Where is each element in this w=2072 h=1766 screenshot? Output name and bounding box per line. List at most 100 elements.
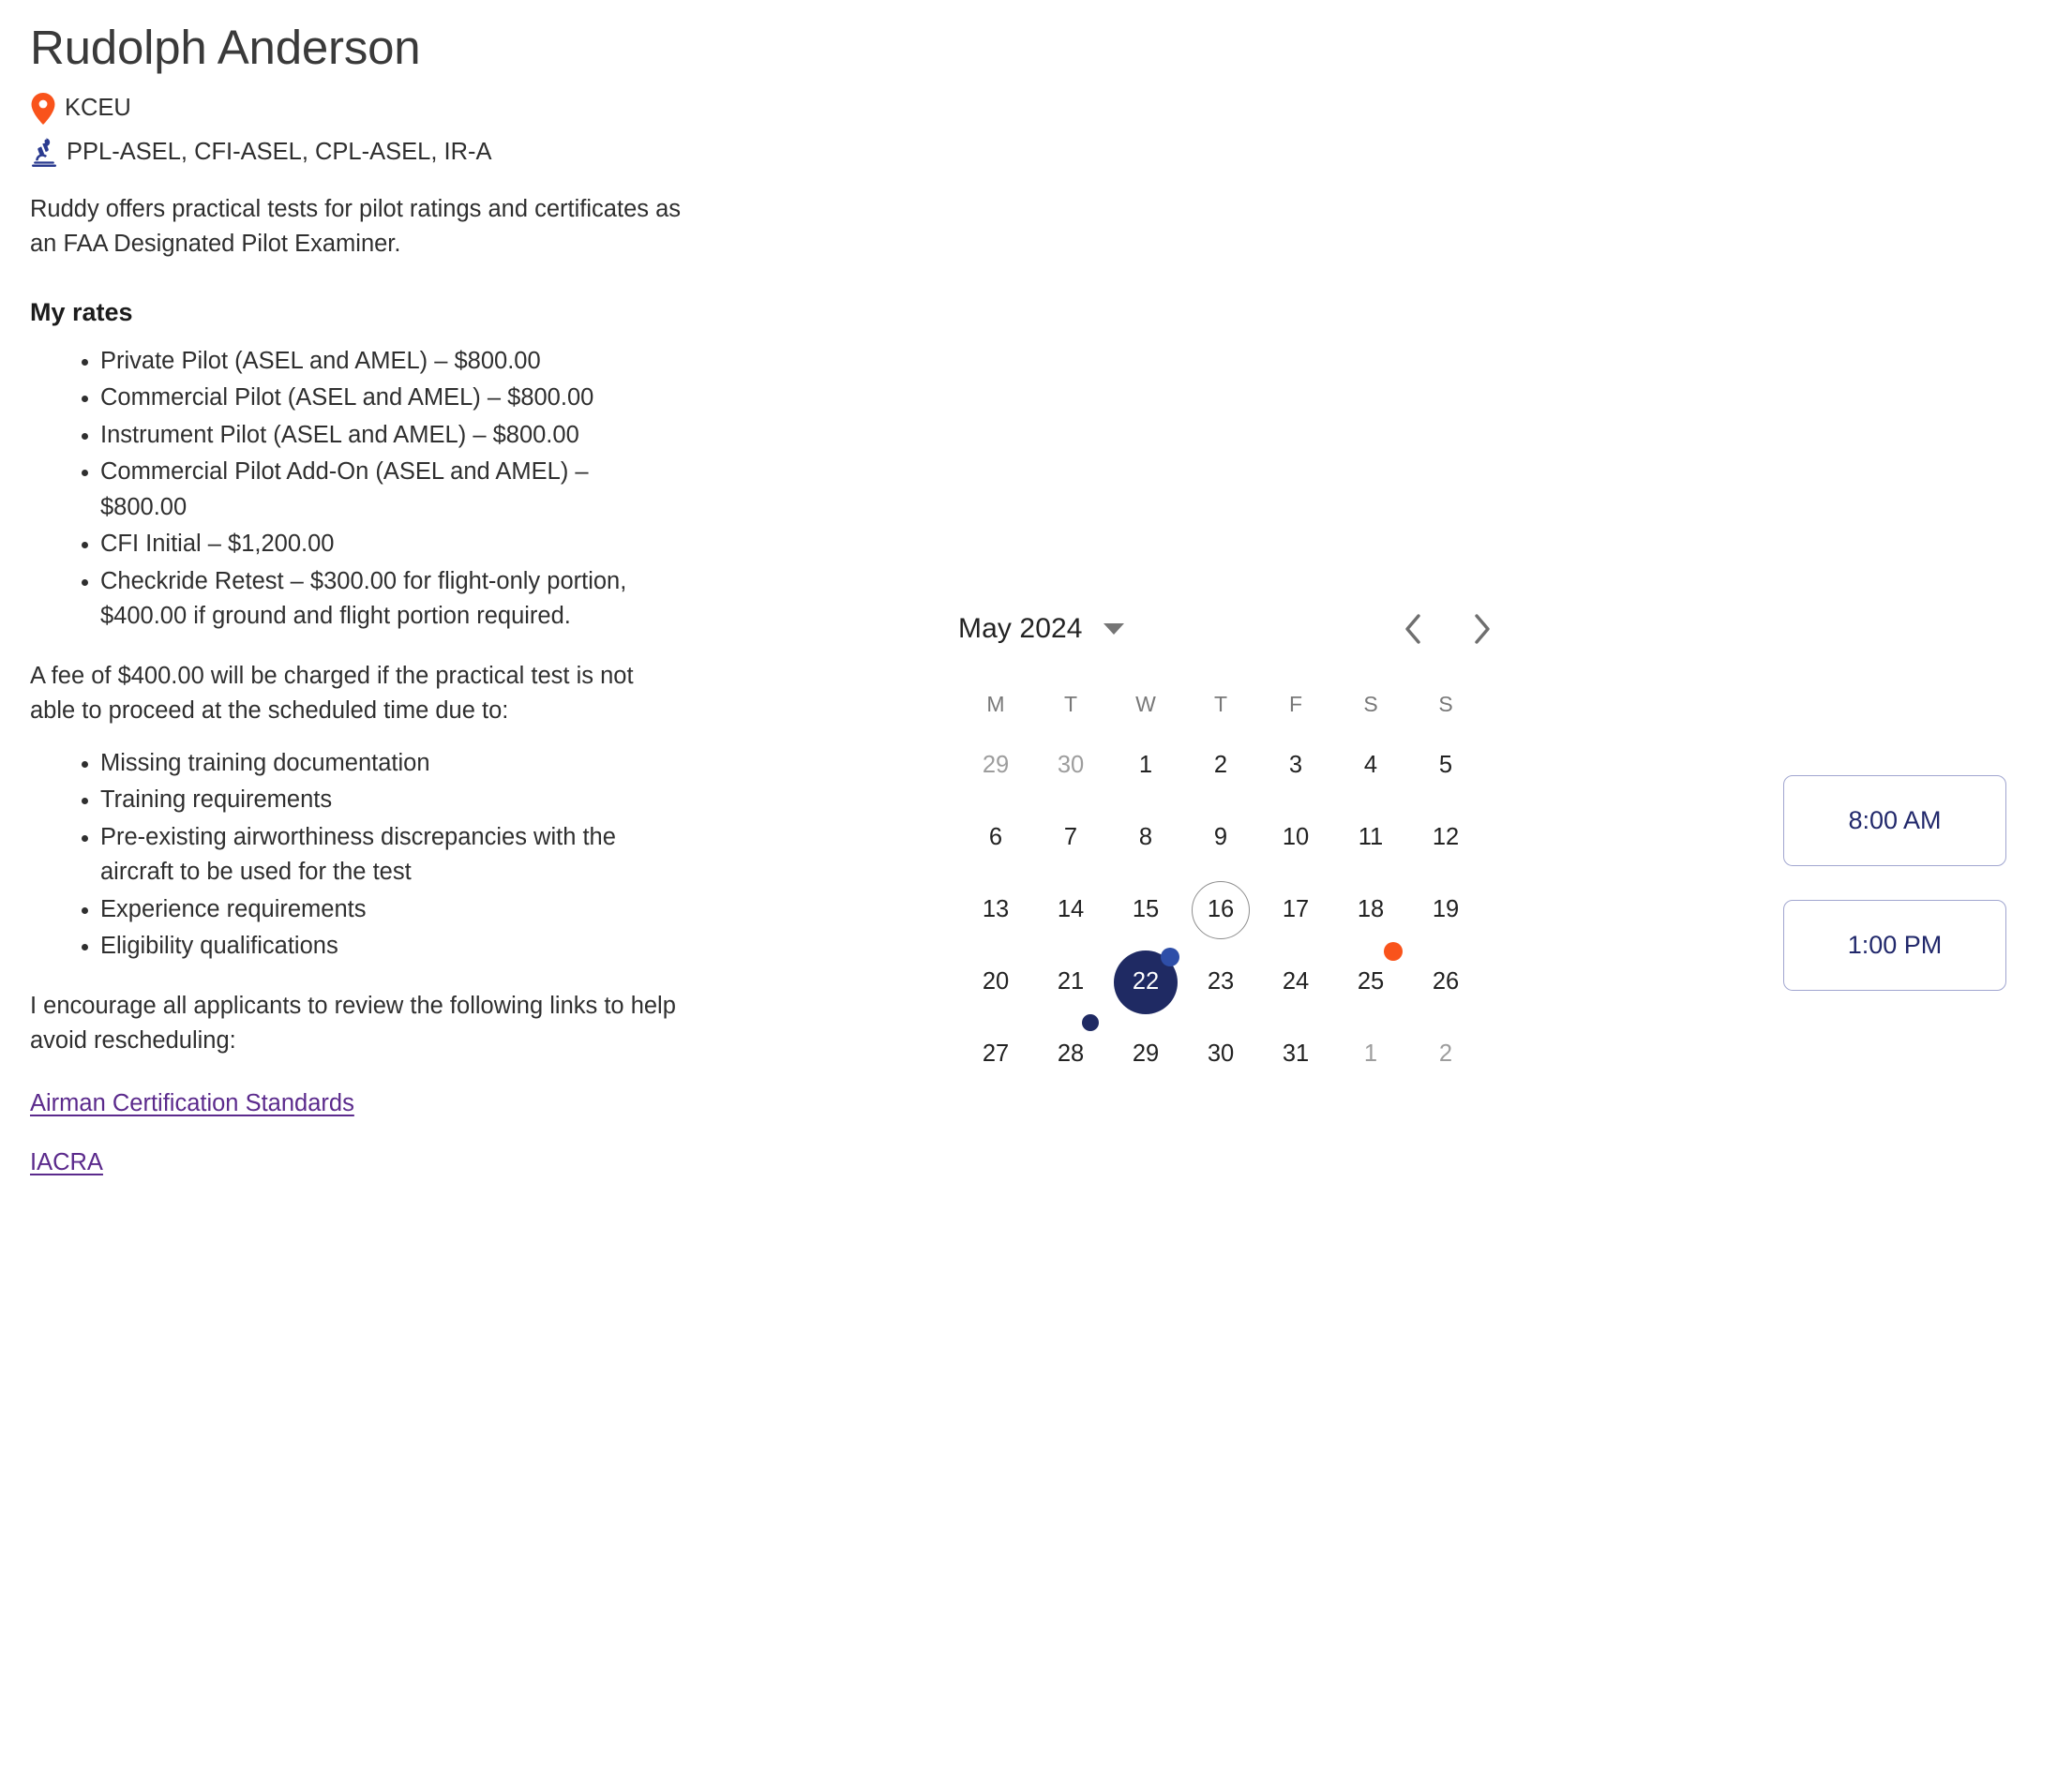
time-slot-button[interactable]: 8:00 AM (1783, 775, 2006, 866)
calendar-day-cell: 26 (1408, 946, 1483, 1018)
list-item: Training requirements (100, 783, 672, 817)
calendar-day-13[interactable]: 13 (967, 881, 1025, 939)
calendar-day-cell: 2 (1183, 729, 1258, 801)
calendar-day-9[interactable]: 9 (1192, 809, 1250, 867)
calendar-day-cell: 21 (1033, 946, 1108, 1018)
list-item: Pre-existing airworthiness discrepancies… (100, 820, 672, 890)
calendar-day-cell: 9 (1183, 801, 1258, 874)
calendar-day-cell: 31 (1258, 1018, 1333, 1090)
booking-calendar: May 2024 M T W T F S S 29 30 1 2 3 4 5 6 7 8 9 10 11 12 13 14 1… (958, 600, 1502, 1090)
calendar-day-cell: 11 (1333, 801, 1408, 874)
calendar-day-20[interactable]: 20 (967, 953, 1025, 1011)
calendar-day-1[interactable]: 1 (1117, 737, 1175, 795)
calendar-day-cell: 1 (1333, 1018, 1408, 1090)
calendar-day-cell: 29 (1108, 1018, 1183, 1090)
calendar-day-cell: 30 (1033, 729, 1108, 801)
day-of-week-header: S (1363, 691, 1378, 716)
calendar-day-29[interactable]: 29 (1117, 1025, 1175, 1084)
calendar-day-cell: 2 (1408, 1018, 1483, 1090)
day-of-week-header: F (1288, 691, 1303, 716)
calendar-day-cell: 14 (1033, 874, 1108, 946)
iacra-link-row: IACRA (30, 1149, 686, 1176)
page-title: Rudolph Anderson (30, 21, 421, 74)
calendar-day-28[interactable]: 28 (1042, 1025, 1100, 1084)
list-item: Commercial Pilot (ASEL and AMEL) – $800.… (100, 381, 672, 415)
calendar-day-4[interactable]: 4 (1342, 737, 1400, 795)
calendar-day-cell: 12 (1408, 801, 1483, 874)
rates-heading: My rates (30, 297, 133, 326)
list-item: CFI Initial – $1,200.00 (100, 527, 672, 561)
calendar-day-12[interactable]: 12 (1417, 809, 1475, 867)
calendar-day-cell: 1 (1108, 729, 1183, 801)
calendar-grid: M T W T F S S 29 30 1 2 3 4 5 6 7 8 9 10 11 12 13 14 15 16 17 18 19… (958, 679, 1502, 1090)
calendar-day-26[interactable]: 26 (1417, 953, 1475, 1011)
fee-note-paragraph: A fee of $400.00 will be charged if the … (30, 662, 634, 725)
day-of-week-header: W (1135, 691, 1156, 716)
calendar-day-11[interactable]: 11 (1342, 809, 1400, 867)
chevron-left-icon (1405, 614, 1420, 644)
map-pin-icon (31, 92, 55, 125)
chevron-right-icon (1475, 614, 1490, 644)
calendar-day-cell: 30 (1183, 1018, 1258, 1090)
calendar-day-cell: 13 (958, 874, 1033, 946)
calendar-day-cell: 22 (1108, 946, 1183, 1018)
list-item: Commercial Pilot Add-On (ASEL and AMEL) … (100, 455, 672, 525)
calendar-day-19[interactable]: 19 (1417, 881, 1475, 939)
day-of-week-header: T (1213, 691, 1228, 716)
calendar-day-cell: 16 (1183, 874, 1258, 946)
list-item: Missing training documentation (100, 746, 672, 781)
chevron-down-icon[interactable] (1103, 623, 1124, 635)
calendar-day-cell: 15 (1108, 874, 1183, 946)
examiner-bio-column: Rudolph Anderson KCEU PPL-ASEL, CFI-ASEL… (30, 21, 686, 1176)
list-item: Checkride Retest – $300.00 for flight-on… (100, 564, 672, 635)
calendar-next-month-button[interactable] (1463, 609, 1502, 649)
calendar-day-cell: 24 (1258, 946, 1333, 1018)
calendar-day-29: 29 (982, 752, 1010, 778)
availability-dot-orange (1384, 942, 1403, 961)
fee-reasons-list: Missing training documentation Training … (30, 746, 686, 965)
location-row: KCEU (30, 92, 686, 125)
calendar-day-2: 2 (1438, 1040, 1453, 1067)
calendar-day-27[interactable]: 27 (967, 1025, 1025, 1084)
calendar-day-6[interactable]: 6 (967, 809, 1025, 867)
calendar-day-21[interactable]: 21 (1042, 953, 1100, 1011)
calendar-day-cell: 10 (1258, 801, 1333, 874)
calendar-day-cell: 28 (1033, 1014, 1108, 1090)
calendar-day-10[interactable]: 10 (1267, 809, 1325, 867)
calendar-day-8[interactable]: 8 (1117, 809, 1175, 867)
calendar-day-1: 1 (1363, 1040, 1378, 1067)
list-item: Private Pilot (ASEL and AMEL) – $800.00 (100, 344, 672, 379)
calendar-day-7[interactable]: 7 (1042, 809, 1100, 867)
microscope-icon (31, 138, 57, 168)
time-slot-button[interactable]: 1:00 PM (1783, 900, 2006, 991)
calendar-day-cell: 6 (958, 801, 1033, 874)
calendar-day-15[interactable]: 15 (1117, 881, 1175, 939)
calendar-day-14[interactable]: 14 (1042, 881, 1100, 939)
calendar-day-17[interactable]: 17 (1267, 881, 1325, 939)
day-of-week-header: T (1063, 691, 1078, 716)
calendar-day-cell: 7 (1033, 801, 1108, 874)
availability-dot-blue-lg (1161, 948, 1179, 966)
calendar-nav (1393, 609, 1502, 649)
calendar-day-23[interactable]: 23 (1192, 953, 1250, 1011)
airman-certification-standards-link[interactable]: Airman Certification Standards (30, 1090, 354, 1117)
rates-list: Private Pilot (ASEL and AMEL) – $800.00 … (30, 344, 686, 635)
examiner-profile-page: Rudolph Anderson KCEU PPL-ASEL, CFI-ASEL… (0, 0, 2072, 1766)
calendar-day-25[interactable]: 25 (1342, 953, 1400, 1011)
calendar-day-30[interactable]: 30 (1192, 1025, 1250, 1084)
calendar-day-cell: 4 (1333, 729, 1408, 801)
iacra-link[interactable]: IACRA (30, 1149, 103, 1176)
acs-link-row: Airman Certification Standards (30, 1090, 686, 1117)
calendar-day-16[interactable]: 16 (1192, 880, 1250, 939)
calendar-day-cell: 23 (1183, 946, 1258, 1018)
calendar-prev-month-button[interactable] (1393, 609, 1433, 649)
calendar-day-24[interactable]: 24 (1267, 953, 1325, 1011)
calendar-day-2[interactable]: 2 (1192, 737, 1250, 795)
calendar-day-cell: 29 (958, 729, 1033, 801)
calendar-day-18[interactable]: 18 (1342, 881, 1400, 939)
calendar-day-5[interactable]: 5 (1417, 737, 1475, 795)
certifications-label: PPL-ASEL, CFI-ASEL, CPL-ASEL, IR-A (67, 138, 492, 165)
list-item: Experience requirements (100, 892, 672, 927)
calendar-day-3[interactable]: 3 (1267, 737, 1325, 795)
calendar-day-31[interactable]: 31 (1267, 1025, 1325, 1084)
